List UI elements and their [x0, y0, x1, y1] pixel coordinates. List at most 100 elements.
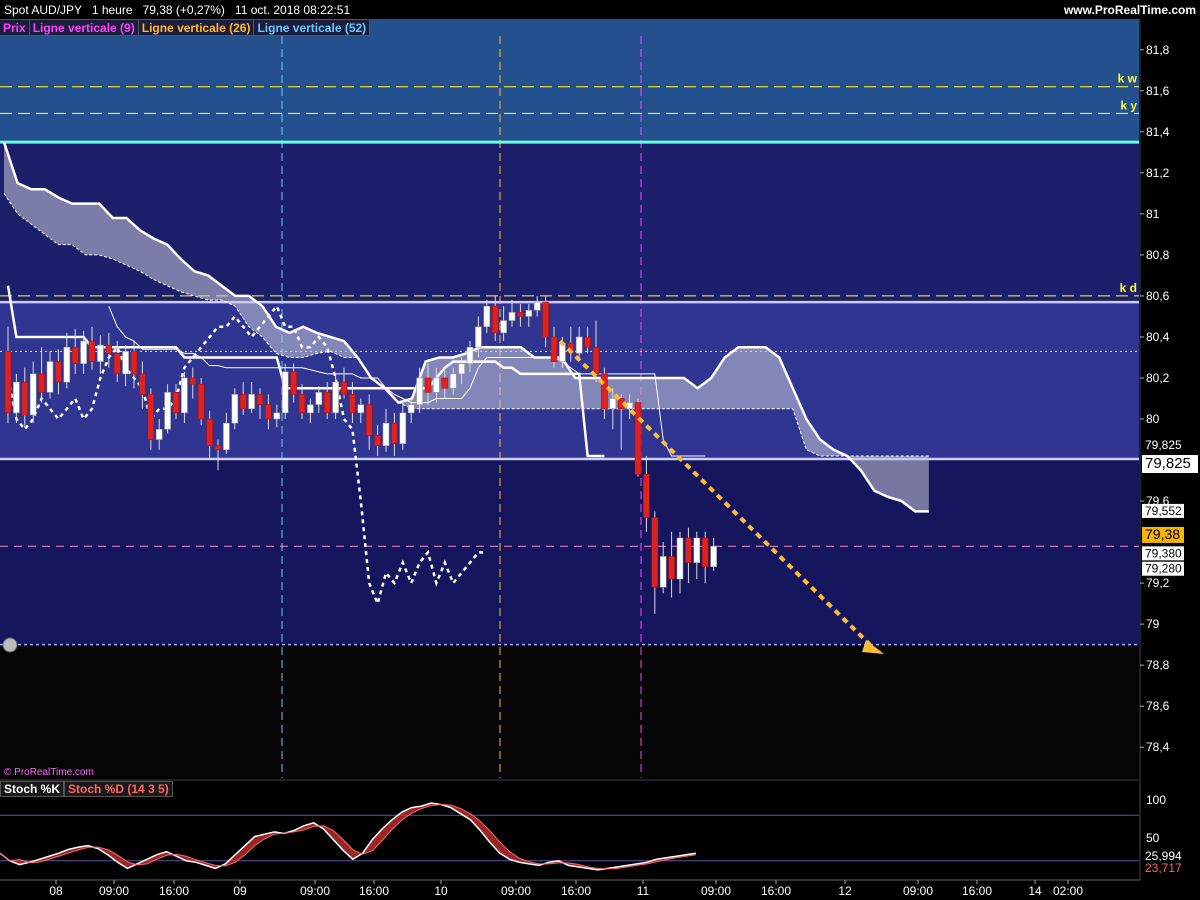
candle-down[interactable]: [391, 422, 398, 444]
candle-down[interactable]: [139, 373, 146, 395]
tag-79825-small: 79,825: [1145, 438, 1182, 452]
candle-down[interactable]: [701, 537, 709, 568]
candle-down[interactable]: [323, 392, 331, 414]
candle-up[interactable]: [307, 404, 314, 414]
candle-up[interactable]: [483, 305, 491, 328]
legend-vertical-52[interactable]: Ligne verticale (52): [254, 19, 371, 36]
candle-down[interactable]: [38, 373, 45, 393]
candle-up[interactable]: [231, 394, 239, 424]
candle-down[interactable]: [21, 381, 29, 416]
candle-down[interactable]: [4, 351, 12, 414]
candle-down[interactable]: [601, 373, 608, 410]
candle-up[interactable]: [407, 404, 415, 414]
legend-vertical-26[interactable]: Ligne verticale (26): [138, 19, 255, 36]
candle-up[interactable]: [223, 422, 230, 451]
candle-down[interactable]: [290, 371, 297, 395]
candle-down[interactable]: [550, 336, 558, 362]
candle-down[interactable]: [668, 556, 675, 580]
price-tick-label: 81,8: [1146, 43, 1170, 57]
tag-79380: 79,380: [1145, 546, 1182, 560]
legend-vertical-9[interactable]: Ligne verticale (9): [29, 19, 139, 36]
candle-down[interactable]: [189, 377, 197, 385]
candle-down[interactable]: [256, 394, 264, 405]
candle-down[interactable]: [88, 340, 96, 362]
candle-down[interactable]: [113, 353, 121, 375]
candle-up[interactable]: [416, 377, 423, 405]
candle-up[interactable]: [248, 394, 255, 410]
candle-up[interactable]: [508, 312, 516, 321]
candle-down[interactable]: [491, 305, 499, 334]
candle-up[interactable]: [63, 346, 71, 383]
candle-down[interactable]: [349, 394, 356, 414]
candle-up[interactable]: [273, 412, 281, 420]
candle-up[interactable]: [659, 556, 667, 588]
candle-down[interactable]: [424, 377, 432, 393]
candle-up[interactable]: [533, 301, 541, 311]
candle-up[interactable]: [449, 373, 457, 389]
candle-up[interactable]: [609, 398, 617, 410]
candle-down[interactable]: [592, 346, 600, 375]
candle-down[interactable]: [71, 346, 79, 364]
tag-79825-big: 79,825: [1145, 455, 1191, 472]
candle-down[interactable]: [197, 383, 205, 420]
candle-up[interactable]: [122, 351, 129, 375]
candle-up[interactable]: [433, 377, 440, 393]
candle-down[interactable]: [206, 418, 213, 446]
time-tick-label: 16:00: [359, 884, 389, 898]
candle-up[interactable]: [46, 361, 54, 393]
candle-down[interactable]: [643, 474, 650, 518]
candle-down[interactable]: [374, 435, 381, 446]
candle-up[interactable]: [97, 344, 104, 362]
candle-up[interactable]: [382, 422, 390, 446]
candle-down[interactable]: [517, 312, 524, 317]
candle-up[interactable]: [357, 404, 365, 414]
price-tick-label: 81,6: [1146, 84, 1170, 98]
candle-down[interactable]: [55, 361, 62, 383]
candle-up[interactable]: [693, 537, 701, 563]
time-tick-label: 09:00: [903, 884, 933, 898]
candle-up[interactable]: [80, 340, 87, 364]
time-tick-label: 12: [838, 884, 852, 898]
candle-down[interactable]: [214, 445, 222, 451]
candle-up[interactable]: [710, 545, 717, 568]
candle-down[interactable]: [651, 517, 659, 588]
candle-up[interactable]: [466, 346, 474, 364]
stoch-d-value: 23,717: [1145, 861, 1182, 875]
candle-up[interactable]: [458, 363, 465, 375]
candle-down[interactable]: [147, 394, 155, 440]
candle-up[interactable]: [575, 336, 583, 354]
candle-up[interactable]: [281, 371, 289, 414]
candle-down[interactable]: [365, 404, 373, 436]
candle-up[interactable]: [399, 412, 407, 444]
price-tick-label: 79: [1146, 617, 1160, 631]
candle-down[interactable]: [584, 336, 591, 348]
candle-down[interactable]: [239, 394, 247, 410]
candle-down[interactable]: [685, 537, 692, 563]
candle-up[interactable]: [676, 537, 684, 580]
candle-up[interactable]: [13, 381, 20, 414]
candle-down[interactable]: [542, 301, 549, 338]
level-label-ky: k y: [1120, 98, 1137, 112]
stoch-k-label[interactable]: Stoch %K: [0, 781, 65, 797]
candle-up[interactable]: [475, 326, 482, 348]
candle-down[interactable]: [265, 404, 272, 420]
candle-up[interactable]: [332, 381, 339, 414]
candle-up[interactable]: [164, 392, 171, 430]
stoch-d-label[interactable]: Stoch %D (14 3 5): [64, 781, 173, 797]
indicator-legend: Prix Ligne verticale (9) Ligne verticale…: [0, 19, 371, 36]
candle-down[interactable]: [105, 344, 113, 354]
candle-up[interactable]: [525, 309, 533, 317]
candle-up[interactable]: [29, 373, 37, 416]
chart-canvas[interactable]: 81,881,681,481,28180,880,680,480,28079,6…: [0, 0, 1200, 900]
candle-up[interactable]: [500, 320, 507, 334]
candle-up[interactable]: [155, 428, 163, 440]
legend-prix[interactable]: Prix: [0, 19, 30, 36]
candle-down[interactable]: [340, 381, 348, 395]
candle-down[interactable]: [298, 394, 306, 414]
zoom-icon[interactable]: [2, 637, 18, 653]
candle-up[interactable]: [181, 377, 188, 414]
candle-down[interactable]: [172, 392, 180, 414]
candle-down[interactable]: [130, 351, 138, 375]
candle-down[interactable]: [441, 377, 449, 389]
candle-up[interactable]: [315, 392, 323, 405]
